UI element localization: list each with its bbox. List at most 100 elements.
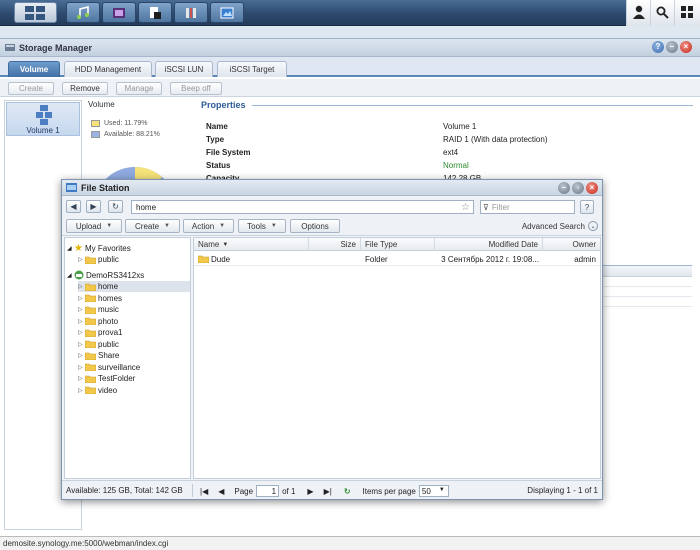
tree-item[interactable]: ▷ homes — [78, 293, 122, 304]
column-modified-date[interactable]: Modified Date — [435, 238, 543, 251]
collapsed-icon[interactable]: ▷ — [78, 318, 85, 325]
property-key: Status — [206, 161, 231, 170]
collapsed-icon[interactable]: ▷ — [78, 295, 85, 302]
tree-server[interactable]: ◢ DemoRS3412xs — [67, 270, 144, 281]
refresh-icon[interactable]: ↻ — [344, 487, 351, 496]
tree-item[interactable]: ▷ public — [78, 339, 119, 350]
collapsed-icon[interactable]: ▷ — [78, 341, 85, 348]
items-per-page-value: 50 — [421, 486, 431, 496]
minimize-button[interactable]: – — [666, 41, 678, 53]
first-page-icon[interactable]: |◀ — [200, 487, 208, 496]
storage-manager-titlebar[interactable]: Storage Manager ? – × — [0, 39, 700, 57]
help-button[interactable]: ? — [652, 41, 664, 53]
main-menu-button[interactable] — [14, 2, 57, 23]
tab-volume[interactable]: Volume — [8, 61, 60, 77]
remove-button[interactable]: Remove — [62, 82, 108, 95]
folder-icon — [84, 283, 97, 291]
options-button[interactable]: Options — [290, 219, 340, 233]
collapsed-icon[interactable]: ▷ — [78, 329, 85, 336]
book-button[interactable] — [174, 2, 208, 23]
storage-available: Available: 125 GB, Total: 142 GB — [66, 486, 183, 495]
tab-iscsi-lun[interactable]: iSCSI LUN — [155, 61, 213, 77]
column-header: Name ▼ Size File Type Modified Date Owne… — [194, 238, 600, 251]
manage-button[interactable]: Manage — [116, 82, 162, 95]
filter-icon: ⊽ — [483, 202, 489, 212]
restore-icon: ◦ — [576, 183, 580, 192]
fs-restore-button[interactable]: ◦ — [572, 182, 584, 194]
tree-item[interactable]: ▷ home — [78, 281, 190, 292]
chevron-down-icon: ▼ — [270, 223, 277, 229]
tree-item[interactable]: ▷ surveillance — [78, 362, 140, 373]
user-button[interactable] — [626, 0, 650, 26]
table-row[interactable]: Dude Folder 3 Сентябрь 2012 г. 19:08... … — [194, 252, 600, 266]
volume-item[interactable]: Volume 1 — [6, 102, 80, 136]
create-button[interactable]: Create — [8, 82, 54, 95]
music-icon — [76, 5, 90, 20]
column-size[interactable]: Size — [309, 238, 361, 251]
tree-item[interactable]: ▷ music — [78, 304, 119, 315]
create-button[interactable]: Create ▼ — [125, 219, 180, 233]
audio-station-button[interactable] — [66, 2, 100, 23]
tree-item[interactable]: ▷ prova1 — [78, 327, 122, 338]
photo-station-button[interactable] — [210, 2, 244, 23]
column-name[interactable]: Name ▼ — [194, 238, 309, 251]
upload-button[interactable]: Upload ▼ — [66, 219, 122, 233]
tab-iscsi-target[interactable]: iSCSI Target — [217, 61, 287, 77]
widgets-button[interactable] — [674, 0, 700, 26]
tree-label: homes — [98, 293, 123, 303]
page-input[interactable]: 1 — [256, 485, 280, 497]
expand-icon[interactable]: ◢ — [67, 272, 74, 279]
action-button[interactable]: Action ▼ — [183, 219, 234, 233]
tools-button[interactable]: Tools ▼ — [238, 219, 286, 233]
close-icon: × — [589, 183, 595, 192]
column-file-type[interactable]: File Type — [361, 238, 435, 251]
collapsed-icon[interactable]: ▷ — [78, 352, 85, 359]
minimize-icon: – — [669, 42, 675, 51]
filter-placeholder: Filter — [491, 202, 510, 212]
video-station-button[interactable] — [102, 2, 136, 23]
document-button[interactable] — [138, 2, 172, 23]
collapsed-icon[interactable]: ▷ — [78, 306, 85, 313]
tree-item[interactable]: ▷ photo — [78, 316, 118, 327]
search-button[interactable] — [650, 0, 674, 26]
collapsed-icon[interactable]: ▷ — [78, 256, 85, 263]
folder-icon — [84, 294, 97, 303]
tree-item[interactable]: ▷ Share — [78, 350, 119, 361]
tree-label: My Favorites — [84, 244, 131, 253]
chevron-down-icon[interactable]: ⌄ — [588, 221, 598, 231]
fs-minimize-button[interactable]: – — [558, 182, 570, 194]
advanced-search-link[interactable]: Advanced Search — [522, 222, 585, 231]
path-input[interactable]: home ☆ — [131, 200, 474, 214]
beep-off-button[interactable]: Beep off — [170, 82, 222, 95]
column-owner[interactable]: Owner — [543, 238, 600, 251]
last-page-icon[interactable]: ▶| — [324, 487, 332, 496]
chevron-down-icon: ▼ — [164, 223, 170, 229]
file-toolbar: Upload ▼ Create ▼ Action ▼ Tools ▼ Options A… — [62, 217, 602, 236]
filter-input[interactable]: ⊽ Filter — [480, 200, 575, 214]
collapsed-icon[interactable]: ▷ — [78, 375, 85, 382]
tree-item[interactable]: ▷ TestFolder — [78, 373, 135, 384]
folder-icon — [84, 306, 97, 314]
expand-icon[interactable]: ◢ — [67, 245, 74, 252]
items-per-page-select[interactable]: 50 ▼ — [418, 485, 449, 497]
tab-hdd-management[interactable]: HDD Management — [64, 61, 152, 77]
refresh-button[interactable]: ↻ — [108, 200, 123, 213]
tree-item[interactable]: ▷ public — [78, 254, 119, 265]
close-button[interactable]: × — [680, 41, 692, 53]
prev-page-icon[interactable]: ◀ — [218, 487, 224, 496]
back-button[interactable]: ◀ — [66, 200, 81, 213]
fs-close-button[interactable]: × — [586, 182, 598, 194]
star-icon[interactable]: ☆ — [461, 202, 470, 213]
next-page-icon[interactable]: ▶ — [307, 487, 313, 496]
volume-label: Volume 1 — [26, 126, 60, 135]
collapsed-icon[interactable]: ▷ — [78, 283, 85, 290]
forward-button[interactable]: ▶ — [86, 200, 101, 213]
fs-help-button[interactable]: ? — [580, 200, 594, 214]
collapsed-icon[interactable]: ▷ — [78, 364, 85, 371]
status-normal: Normal — [443, 161, 469, 170]
tree-item[interactable]: ▷ video — [78, 385, 117, 396]
file-station-titlebar[interactable]: File Station – ◦ × — [62, 180, 602, 196]
storage-manager-title: Storage Manager — [19, 42, 93, 53]
tree-favorites[interactable]: ◢ ★ My Favorites — [67, 243, 131, 254]
collapsed-icon[interactable]: ▷ — [78, 387, 85, 394]
